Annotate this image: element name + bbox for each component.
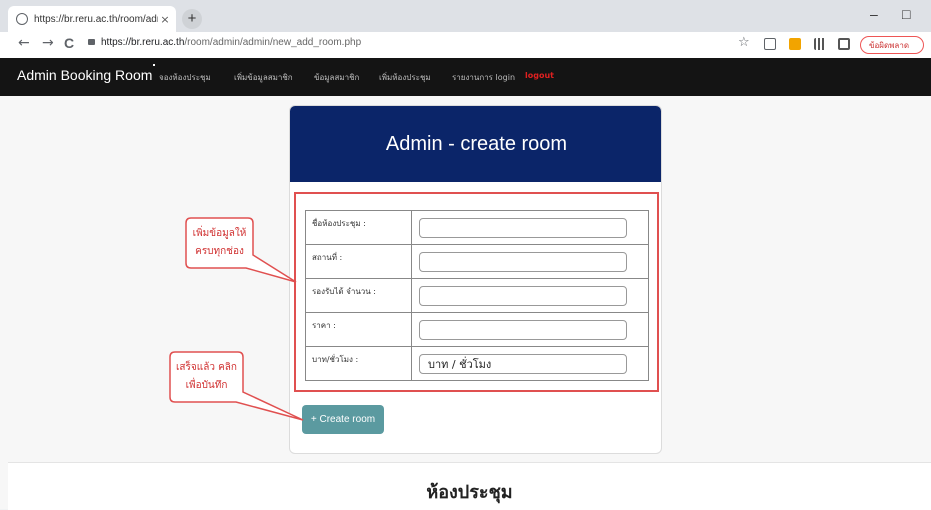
site-navbar: Admin Booking Room จองห้องประชุม เพิ่มข้…	[0, 58, 931, 96]
profile-error-badge[interactable]: ข้อผิดพลาด	[860, 36, 924, 54]
form-row-price: ราคา :	[305, 312, 649, 347]
url-path: /room/admin/admin/new_add_room.php	[184, 37, 362, 48]
callout-save-line1: เสร็จแล้ว คลิก	[176, 362, 237, 373]
callout-save-text: เสร็จแล้ว คลิก เพื่อบันทึก	[170, 359, 243, 395]
minimize-button[interactable]: –	[870, 6, 878, 22]
site-brand[interactable]: Admin Booking Room	[17, 67, 152, 83]
callout-fill-line1: เพิ่มข้อมูลให้	[192, 228, 247, 239]
price-label: ราคา :	[305, 312, 412, 347]
form-row-unit: บาท/ชั่วโมง :	[305, 346, 649, 381]
nav-item-add-room[interactable]: เพิ่มห้องประชุม	[379, 71, 431, 84]
unit-input[interactable]	[419, 354, 627, 374]
lock-icon	[88, 39, 95, 45]
nav-item-add-member[interactable]: เพิ่มข้อมูลสมาชิก	[234, 71, 293, 84]
form-row-capacity: รองรับได้ จำนวน :	[305, 278, 649, 313]
create-room-button[interactable]: + Create room	[302, 405, 384, 434]
rooms-section: ห้องประชุม	[8, 462, 931, 510]
location-label: สถานที่ :	[305, 244, 412, 279]
rooms-section-title: ห้องประชุม	[426, 482, 513, 503]
restore-button[interactable]: □	[902, 6, 910, 22]
unit-label: บาท/ชั่วโมง :	[305, 346, 412, 381]
form-row-room-name: ชื่อห้องประชุม :	[305, 210, 649, 245]
bookmark-star-icon[interactable]: ☆	[738, 35, 750, 50]
tab-title: https://br.reru.ac.th/room/admin	[34, 13, 158, 25]
new-tab-button[interactable]: +	[182, 9, 202, 29]
reload-button[interactable]: C	[64, 35, 74, 51]
browser-tab-strip: https://br.reru.ac.th/room/admin × + – □	[0, 0, 931, 32]
nav-item-book-room[interactable]: จองห้องประชุม	[159, 71, 211, 84]
price-input[interactable]	[419, 320, 627, 341]
url-field[interactable]: https://br.reru.ac.th/room/admin/admin/n…	[88, 37, 361, 48]
callout-fill-line2: ครบทุกช่อง	[195, 246, 244, 257]
url-host: https://br.reru.ac.th	[101, 37, 185, 48]
browser-tab[interactable]: https://br.reru.ac.th/room/admin ×	[8, 6, 176, 32]
nav-item-login-report[interactable]: รายงานการ login	[452, 71, 515, 84]
capacity-label: รองรับได้ จำนวน :	[305, 278, 412, 313]
back-button[interactable]: ←	[18, 35, 30, 51]
room-name-label: ชื่อห้องประชุม :	[305, 210, 412, 245]
globe-icon	[16, 13, 28, 25]
form-row-location: สถานที่ :	[305, 244, 649, 279]
create-room-form: ชื่อห้องประชุม : สถานที่ : รองรับได้ จำน…	[305, 210, 649, 381]
capacity-input[interactable]	[419, 286, 627, 307]
nav-item-members[interactable]: ข้อมูลสมาชิก	[314, 71, 359, 84]
address-bar: ← → C https://br.reru.ac.th/room/admin/a…	[0, 32, 931, 59]
card-title: Admin - create room	[290, 106, 661, 182]
extension-record-icon[interactable]	[838, 38, 850, 50]
tab-close-icon[interactable]: ×	[158, 13, 172, 26]
extension-orange-icon[interactable]	[789, 38, 801, 50]
callout-fill-text: เพิ่มข้อมูลให้ ครบทุกช่อง	[186, 225, 253, 261]
extension-qr-icon[interactable]	[814, 38, 826, 50]
extension-pocket-icon[interactable]	[764, 38, 776, 50]
location-input[interactable]	[419, 252, 627, 273]
room-name-input[interactable]	[419, 218, 627, 239]
callout-save-line2: เพื่อบันทึก	[185, 380, 228, 391]
brand-dot	[153, 64, 155, 66]
nav-item-logout[interactable]: logout	[525, 71, 554, 80]
forward-button[interactable]: →	[42, 35, 54, 51]
